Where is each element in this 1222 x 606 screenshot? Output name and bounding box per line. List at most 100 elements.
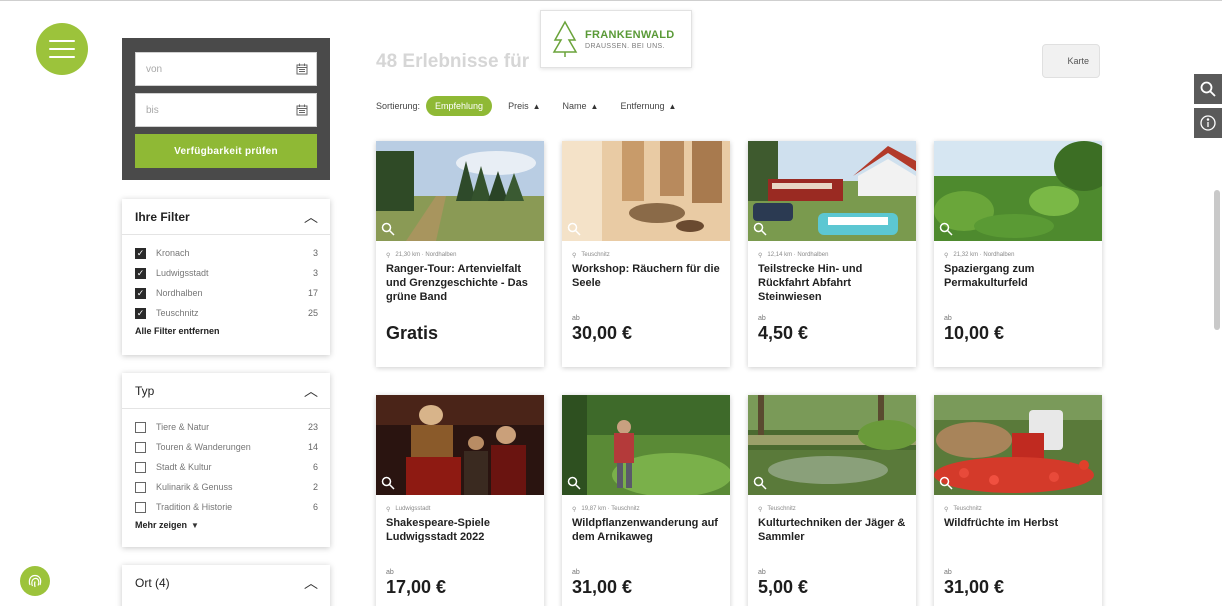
card-title[interactable]: Teilstrecke Hin- und Rückfahrt Abfahrt S… xyxy=(748,259,916,311)
filter-row-ludwigsstadt[interactable]: ✓ Ludwigsstadt 3 xyxy=(135,263,318,283)
hamburger-icon-line xyxy=(49,48,75,50)
checkbox-checked[interactable]: ✓ xyxy=(135,287,146,299)
chevron-up-icon[interactable]: ︿ xyxy=(304,207,318,227)
theater-performance-image xyxy=(376,395,544,495)
zoom-icon[interactable] xyxy=(938,221,954,237)
checkbox[interactable] xyxy=(135,461,146,473)
map-button[interactable]: Karte xyxy=(1042,44,1100,78)
card-image[interactable] xyxy=(934,141,1102,241)
filter-row-kronach[interactable]: ✓ Kronach 3 xyxy=(135,243,318,263)
hamburger-icon-line xyxy=(49,40,75,42)
show-more-link[interactable]: Mehr zeigen ▼ xyxy=(135,520,318,530)
card-price-prefix: ab xyxy=(572,569,580,576)
date-to-placeholder: bis xyxy=(146,104,159,116)
checkbox[interactable] xyxy=(135,421,146,433)
card-image[interactable] xyxy=(376,141,544,241)
type-filter-panel: Typ ︿ Tiere & Natur 23 Touren & Wanderun… xyxy=(122,373,330,547)
active-filters-header[interactable]: Ihre Filter ︿ xyxy=(122,199,330,235)
search-tool-button[interactable] xyxy=(1194,74,1222,104)
card-price-prefix: ab xyxy=(944,315,952,322)
card-price-prefix: ab xyxy=(758,569,766,576)
zoom-icon[interactable] xyxy=(380,221,396,237)
filter-row-nordhalben[interactable]: ✓ Nordhalben 17 xyxy=(135,283,318,303)
fingerprint-button[interactable] xyxy=(20,566,50,596)
experience-card[interactable]: ⚲ Ludwigsstadt Shakespeare-Spiele Ludwig… xyxy=(376,395,544,606)
calendar-icon[interactable] xyxy=(296,104,308,116)
train-station-image xyxy=(748,141,916,241)
panel-title: Typ xyxy=(135,383,155,398)
zoom-icon[interactable] xyxy=(752,221,768,237)
location-filter-panel: Ort (4) ︿ xyxy=(122,565,330,606)
zoom-icon[interactable] xyxy=(566,221,582,237)
experience-card[interactable]: ⚲ 21,32 km · Nordhalben Spaziergang zum … xyxy=(934,141,1102,367)
checkbox[interactable] xyxy=(135,501,146,513)
card-location-text: 21,30 km · Nordhalben xyxy=(395,252,457,258)
location-filter-header[interactable]: Ort (4) ︿ xyxy=(122,565,330,601)
card-location-text: Ludwigsstadt xyxy=(395,506,431,512)
filter-row-tiere-natur[interactable]: Tiere & Natur 23 xyxy=(135,417,318,437)
card-title[interactable]: Wildpflanzenwanderung auf dem Arnikaweg xyxy=(562,513,730,565)
location-pin-icon: ⚲ xyxy=(386,252,391,259)
card-location-text: Teuschnitz xyxy=(581,252,610,258)
incense-workshop-image xyxy=(562,141,730,241)
zoom-icon[interactable] xyxy=(938,475,954,491)
card-location: ⚲ 12,14 km · Nordhalben xyxy=(748,241,916,259)
experience-card[interactable]: ⚲ 21,30 km · Nordhalben Ranger-Tour: Art… xyxy=(376,141,544,367)
checkbox-checked[interactable]: ✓ xyxy=(135,247,146,259)
card-image[interactable] xyxy=(748,141,916,241)
date-to-field[interactable]: bis xyxy=(135,93,317,127)
card-title[interactable]: Wildfrüchte im Herbst xyxy=(934,513,1102,565)
card-title[interactable]: Shakespeare-Spiele Ludwigsstadt 2022 xyxy=(376,513,544,565)
sort-option-distance[interactable]: Entfernung ▲ xyxy=(620,101,676,111)
checkbox-checked[interactable]: ✓ xyxy=(135,267,146,279)
chevron-up-icon[interactable]: ︿ xyxy=(304,381,318,401)
tree-logo-icon xyxy=(552,20,578,57)
experience-card[interactable]: ⚲ Teuschnitz Workshop: Räuchern für die … xyxy=(562,141,730,367)
filter-row-teuschnitz[interactable]: ✓ Teuschnitz 25 xyxy=(135,303,318,323)
calendar-icon[interactable] xyxy=(296,63,308,75)
forest-path-image xyxy=(376,141,544,241)
filter-row-stadt-kultur[interactable]: Stadt & Kultur 6 xyxy=(135,457,318,477)
filter-count: 3 xyxy=(312,248,318,258)
logo-tagline: DRAUSSEN. BEI UNS. xyxy=(585,42,665,50)
info-tool-button[interactable] xyxy=(1194,108,1222,138)
card-image[interactable] xyxy=(376,395,544,495)
card-title[interactable]: Spaziergang zum Permakulturfeld xyxy=(934,259,1102,311)
zoom-icon[interactable] xyxy=(566,475,582,491)
checkbox[interactable] xyxy=(135,441,146,453)
type-filter-header[interactable]: Typ ︿ xyxy=(122,373,330,409)
filter-row-touren-wanderungen[interactable]: Touren & Wanderungen 14 xyxy=(135,437,318,457)
card-title[interactable]: Workshop: Räuchern für die Seele xyxy=(562,259,730,311)
page-scrollbar[interactable] xyxy=(1214,190,1220,330)
sort-option-name[interactable]: Name ▲ xyxy=(563,101,599,111)
checkbox[interactable] xyxy=(135,481,146,493)
experience-card[interactable]: ⚲ Teuschnitz Wildfrüchte im Herbst ab 31… xyxy=(934,395,1102,606)
card-price: 31,00 € xyxy=(572,577,633,597)
experience-card[interactable]: ⚲ 19,87 km · Teuschnitz Wildpflanzenwand… xyxy=(562,395,730,606)
card-image[interactable] xyxy=(562,395,730,495)
card-title[interactable]: Ranger-Tour: Artenvielfalt und Grenzgesc… xyxy=(376,259,544,311)
filter-row-kulinarik-genuss[interactable]: Kulinarik & Genuss 2 xyxy=(135,477,318,497)
card-location-text: 12,14 km · Nordhalben xyxy=(767,252,829,258)
card-image[interactable] xyxy=(562,141,730,241)
right-toolbar xyxy=(1194,74,1222,142)
checkbox-checked[interactable]: ✓ xyxy=(135,307,146,319)
date-from-field[interactable]: von xyxy=(135,52,317,86)
zoom-icon[interactable] xyxy=(380,475,396,491)
card-image[interactable] xyxy=(934,395,1102,495)
chevron-up-icon[interactable]: ︿ xyxy=(304,573,318,593)
active-filters-panel: Ihre Filter ︿ ✓ Kronach 3 ✓ Ludwigsstadt… xyxy=(122,199,330,355)
menu-button[interactable] xyxy=(36,23,88,75)
zoom-icon[interactable] xyxy=(752,475,768,491)
card-image[interactable] xyxy=(748,395,916,495)
sort-option-recommended[interactable]: Empfehlung xyxy=(426,96,493,116)
experience-card[interactable]: ⚲ 12,14 km · Nordhalben Teilstrecke Hin-… xyxy=(748,141,916,367)
card-title[interactable]: Kulturtechniken der Jäger & Sammler xyxy=(748,513,916,565)
check-availability-button[interactable]: Verfügbarkeit prüfen xyxy=(135,134,317,168)
sort-option-price[interactable]: Preis ▲ xyxy=(508,101,540,111)
card-location: ⚲ Teuschnitz xyxy=(934,495,1102,513)
brand-logo[interactable]: FRANKENWALD DRAUSSEN. BEI UNS. xyxy=(540,10,692,68)
clear-filters-link[interactable]: Alle Filter entfernen xyxy=(135,326,318,336)
experience-card[interactable]: ⚲ Teuschnitz Kulturtechniken der Jäger &… xyxy=(748,395,916,606)
filter-row-tradition-historie[interactable]: Tradition & Historie 6 xyxy=(135,497,318,517)
